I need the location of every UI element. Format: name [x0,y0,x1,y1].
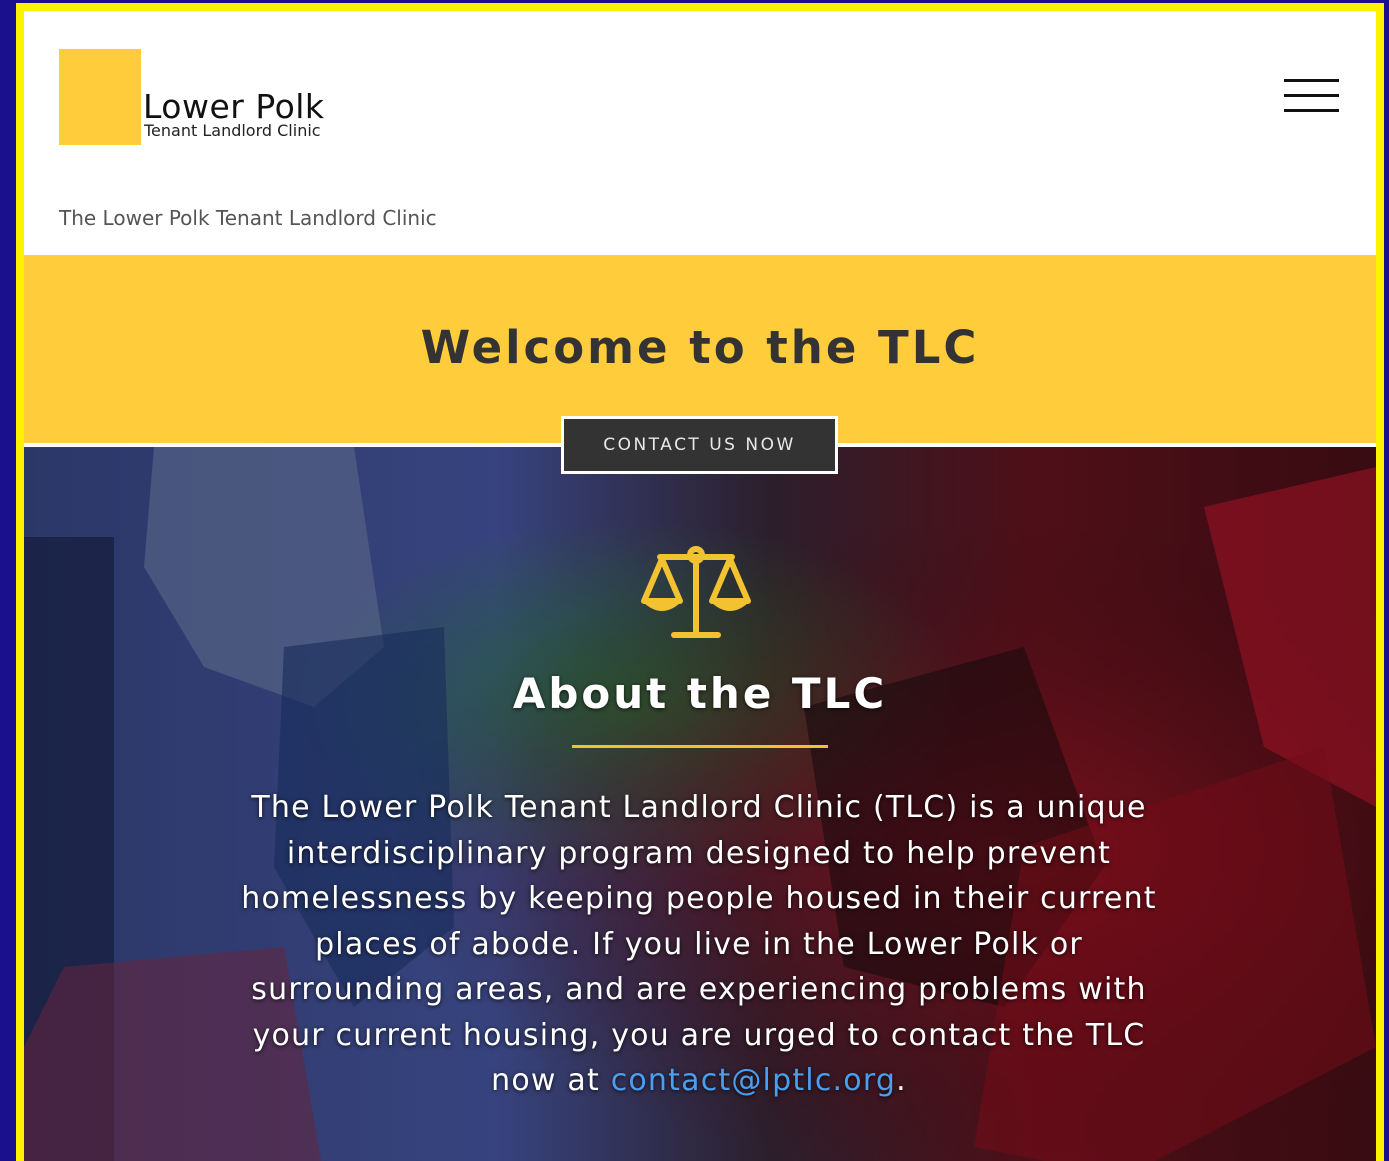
about-trailing-period: . [896,1063,907,1098]
about-description: The Lower Polk Tenant Landlord Clinic (T… [229,785,1169,1104]
logo-subtitle: Tenant Landlord Clinic [144,121,321,140]
scales-of-justice-icon [641,546,751,638]
page: Lower Polk Tenant Landlord Clinic The Lo… [24,11,1376,1161]
contact-email-link[interactable]: contact@lptlc.org [611,1063,896,1098]
hamburger-menu-icon[interactable] [1283,79,1341,117]
contact-us-button[interactable]: CONTACT US NOW [561,416,838,474]
about-divider [572,745,828,748]
site-logo[interactable]: Lower Polk Tenant Landlord Clinic [59,49,379,149]
site-tagline: The Lower Polk Tenant Landlord Clinic [59,206,437,230]
welcome-hero: Welcome to the TLC [24,255,1376,447]
about-body-text: The Lower Polk Tenant Landlord Clinic (T… [241,790,1157,1098]
logo-square [59,49,141,145]
about-section: About the TLC The Lower Polk Tenant Land… [24,447,1376,1161]
hero-title: Welcome to the TLC [420,321,980,374]
about-title: About the TLC [512,669,888,718]
